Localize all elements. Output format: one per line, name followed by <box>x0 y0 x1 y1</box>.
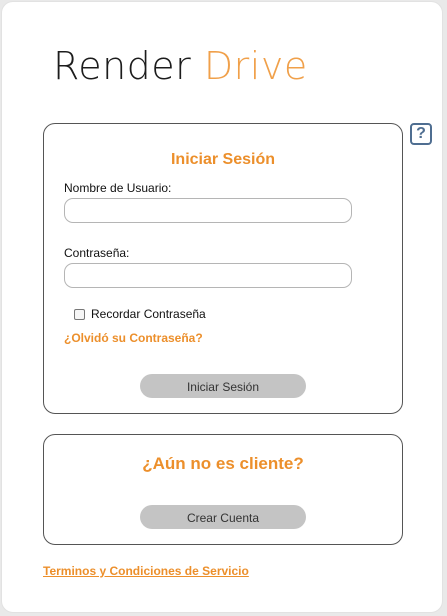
logo-word-render: Render <box>53 44 192 88</box>
login-title: Iniciar Sesión <box>170 151 276 168</box>
terms-link[interactable]: Terminos y Condiciones de Servicio <box>43 564 249 578</box>
username-label: Nombre de Usuario: <box>64 181 172 195</box>
remember-password-label: Recordar Contraseña <box>91 307 206 321</box>
remember-password-checkbox[interactable] <box>74 308 85 320</box>
signup-title: ¿Aún no es cliente? <box>142 454 304 473</box>
signup-panel: ¿Aún no es cliente? Crear Cuenta <box>43 434 403 545</box>
forgot-password-link[interactable]: ¿Olvidó su Contraseña? <box>64 331 203 345</box>
password-input[interactable] <box>64 263 352 288</box>
username-input[interactable] <box>64 198 352 223</box>
page-container: Render Drive ? Iniciar Sesión Nombre de … <box>1 1 443 613</box>
create-account-button[interactable]: Crear Cuenta <box>140 505 306 529</box>
logo-word-drive: Drive <box>203 44 308 88</box>
login-button[interactable]: Iniciar Sesión <box>140 374 306 398</box>
help-icon[interactable]: ? <box>410 123 432 145</box>
password-label: Contraseña: <box>64 246 130 260</box>
login-panel: Iniciar Sesión Nombre de Usuario: Contra… <box>43 123 403 414</box>
remember-password: Recordar Contraseña <box>74 307 206 321</box>
logo: Render Drive <box>53 44 308 88</box>
